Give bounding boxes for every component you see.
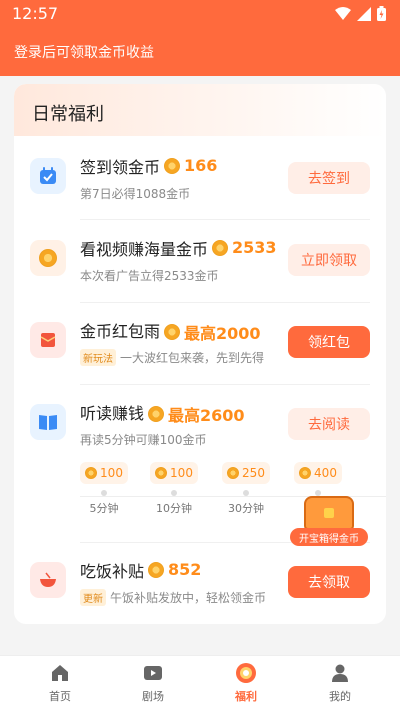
claim-now-button[interactable]: 立即领取: [288, 244, 370, 276]
reward-amount: 166: [184, 156, 218, 175]
coin-icon: [148, 561, 164, 578]
treasure-chest[interactable]: 开宝箱得金币: [290, 496, 368, 546]
bottom-tab-bar: 首页 剧场 福利 我的: [0, 655, 400, 711]
task-name: 签到领金币: [80, 158, 161, 177]
coin-icon: [299, 467, 312, 479]
calendar-check-icon: [30, 158, 66, 194]
task-name: 金币红包雨: [80, 322, 161, 341]
coin-icon: [148, 406, 164, 422]
red-envelope-icon: [30, 322, 66, 358]
coin-icon: [155, 467, 168, 479]
book-icon: [30, 404, 66, 440]
divider: [80, 384, 370, 385]
login-prompt[interactable]: 登录后可领取金币收益: [14, 42, 154, 62]
battery-icon: [377, 6, 386, 21]
profile-icon: [329, 662, 351, 684]
status-icons: [335, 6, 386, 21]
reading-step[interactable]: 400: [294, 462, 342, 500]
task-desc: 新玩法 一大波红包来袭，先到先得: [80, 349, 264, 366]
treasure-chest-icon: [304, 496, 354, 530]
reading-step[interactable]: 100 5分钟: [80, 462, 128, 516]
reading-step[interactable]: 250 30分钟: [222, 462, 270, 516]
task-desc: 再读5分钟可赚100金币: [80, 433, 207, 447]
tab-welfare[interactable]: 福利: [206, 662, 286, 704]
task-reward: 852: [148, 560, 201, 579]
task-name: 听读赚钱: [80, 404, 145, 423]
video-coin-icon: [30, 240, 66, 276]
task-reward: 166: [164, 156, 217, 175]
task-desc: 更新 午饭补贴发放中，轻松领金币: [80, 589, 266, 606]
reading-step[interactable]: 100 10分钟: [150, 462, 198, 516]
grab-red-envelope-button[interactable]: 领红包: [288, 326, 370, 358]
task-name: 吃饭补贴: [80, 562, 145, 581]
play-icon: [142, 662, 164, 684]
update-tag: 更新: [80, 589, 106, 606]
new-feature-tag: 新玩法: [80, 349, 116, 366]
reward-amount: 2533: [232, 238, 277, 257]
welfare-icon: [235, 662, 257, 684]
top-banner: 登录后可领取金币收益: [0, 28, 400, 76]
task-desc: 第7日必得1088金币: [80, 187, 191, 201]
task-desc: 本次看广告立得2533金币: [80, 269, 219, 283]
status-bar: 12:57: [0, 0, 400, 28]
treasure-chest-label: 开宝箱得金币: [290, 528, 368, 546]
coin-icon: [164, 324, 180, 340]
reward-amount: 最高2600: [168, 406, 245, 425]
card-header: 日常福利: [14, 84, 386, 136]
task-reward: 最高2600: [148, 402, 245, 426]
claim-subsidy-button[interactable]: 去领取: [288, 566, 370, 598]
divider: [80, 219, 370, 220]
tab-home[interactable]: 首页: [20, 662, 100, 704]
tab-theater[interactable]: 剧场: [113, 662, 193, 704]
reward-amount: 852: [168, 560, 202, 579]
home-icon: [49, 662, 71, 684]
coin-icon: [212, 239, 228, 256]
checkin-button[interactable]: 去签到: [288, 162, 370, 194]
task-reward: 最高2000: [164, 320, 261, 344]
wifi-icon: [335, 6, 351, 20]
divider: [80, 302, 370, 303]
go-read-button[interactable]: 去阅读: [288, 408, 370, 440]
signal-icon: [357, 6, 371, 21]
reward-amount: 最高2000: [184, 324, 261, 343]
rice-bowl-icon: [30, 562, 66, 598]
section-title: 日常福利: [32, 104, 104, 125]
task-name: 看视频赚海量金币: [80, 240, 209, 259]
tab-profile[interactable]: 我的: [300, 662, 380, 704]
coin-icon: [85, 467, 98, 479]
coin-icon: [164, 157, 180, 174]
status-time: 12:57: [12, 4, 59, 23]
coin-icon: [227, 467, 240, 479]
task-reward: 2533: [212, 238, 277, 257]
